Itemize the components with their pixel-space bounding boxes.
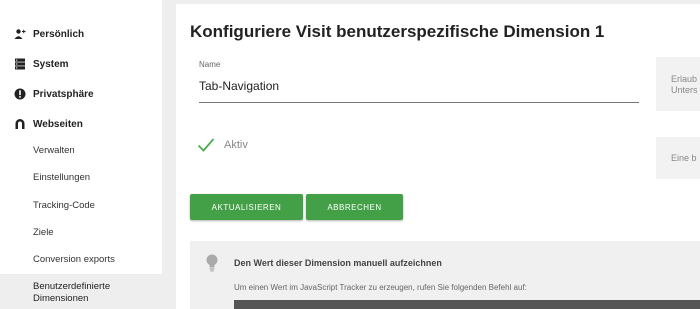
sidebar-section-system[interactable]: System (14, 55, 69, 73)
magnet-icon (14, 118, 26, 130)
sidebar-item-label-line2: Dimensionen (33, 293, 89, 304)
active-checkbox[interactable] (197, 137, 215, 153)
code-block (234, 300, 700, 309)
name-input[interactable]: Tab-Navigation (199, 79, 279, 93)
sidebar-item-conversion-exports[interactable]: Conversion exports (33, 254, 115, 265)
sidebar-section-label: Webseiten (33, 118, 83, 130)
sidebar-section-label: Privatsphäre (33, 88, 94, 100)
sidebar-section-webseiten[interactable]: Webseiten (14, 115, 83, 133)
page-title: Konfiguriere Visit benutzerspezifische D… (190, 22, 605, 41)
update-button[interactable]: AKTUALISIEREN (190, 194, 303, 220)
sidebar-section-persoenlich[interactable]: Persönlich (14, 25, 84, 43)
name-help-box: Erlaub Unters (656, 57, 700, 111)
sidebar-section-privatsphaere[interactable]: Privatsphäre (14, 85, 94, 103)
sidebar-item-benutzerdefinierte-dimensionen[interactable]: Benutzerdefinierte Dimensionen (33, 281, 110, 305)
info-box (190, 241, 700, 309)
active-help-box: Eine b (656, 137, 700, 179)
active-help-text: Eine b (671, 153, 697, 163)
name-help-text-line2: Unters (671, 85, 698, 95)
cancel-button[interactable]: ABBRECHEN (306, 194, 403, 220)
sidebar-item-verwalten[interactable]: Verwalten (33, 145, 75, 156)
server-icon (14, 58, 26, 70)
name-input-underline (199, 102, 639, 103)
sidebar: Persönlich System Privatsphäre Webseiten… (0, 0, 162, 309)
sidebar-item-label-line1: Benutzerdefinierte (33, 281, 111, 292)
info-text: Um einen Wert im JavaScript Tracker zu e… (234, 283, 527, 292)
sidebar-item-einstellungen[interactable]: Einstellungen (33, 172, 90, 183)
info-title: Den Wert dieser Dimension manuell aufzei… (234, 258, 442, 268)
info-icon (14, 88, 26, 100)
name-help-text-line1: Erlaub (671, 74, 698, 84)
sidebar-section-label: Persönlich (33, 28, 85, 40)
name-field-label: Name (199, 60, 221, 69)
sidebar-item-tracking-code[interactable]: Tracking-Code (33, 200, 95, 211)
lightbulb-icon (205, 254, 219, 272)
sidebar-section-label: System (33, 58, 69, 70)
user-icon (14, 28, 26, 40)
sidebar-item-ziele[interactable]: Ziele (33, 227, 54, 238)
active-checkbox-label[interactable]: Aktiv (224, 139, 248, 151)
